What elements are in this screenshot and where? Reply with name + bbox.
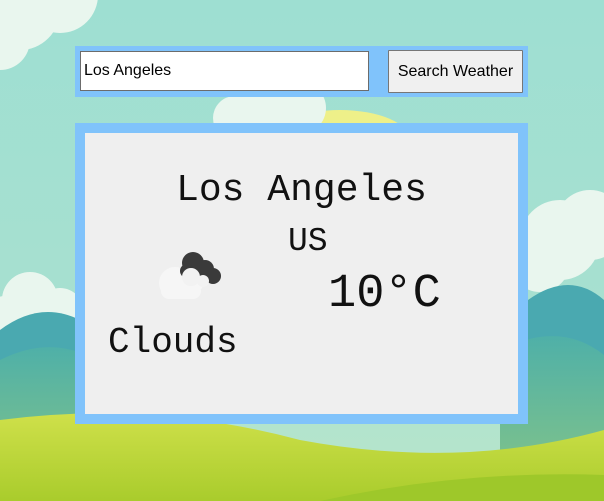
weather-card-content: Los Angeles US 10°C Clouds [85,133,518,414]
search-weather-button[interactable]: Search Weather [388,50,523,93]
weather-condition: Clouds [108,322,238,363]
country-code: US [288,223,328,260]
search-bar: Search Weather [75,46,528,97]
clouds-icon [159,252,221,299]
weather-card: Los Angeles US 10°C Clouds [75,123,528,424]
city-name: Los Angeles [176,169,427,212]
temperature: 10°C [328,268,441,321]
city-search-input[interactable] [80,51,369,91]
